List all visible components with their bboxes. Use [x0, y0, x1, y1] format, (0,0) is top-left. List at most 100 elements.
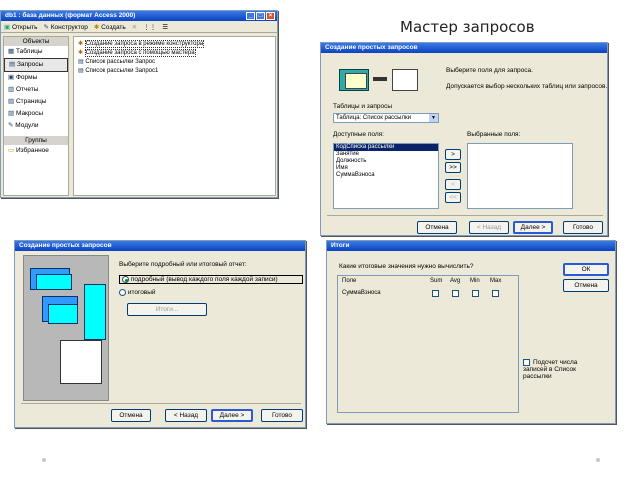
query-list-item[interactable]: ✱ Создание запроса в режиме конструктора	[74, 40, 275, 49]
totals-column-header: Avg	[450, 278, 461, 284]
available-fields-label: Доступные поля:	[333, 131, 384, 138]
simple-query-wizard-step1: Создание простых запросов Выберите поля …	[320, 42, 608, 236]
wizard1-prompt: Выберите поля для запроса.	[446, 67, 533, 74]
option-detail[interactable]: подробный (вывод каждого поля каждой зап…	[119, 275, 303, 285]
count-records-checkbox[interactable]	[523, 359, 530, 366]
wizard2-back-button[interactable]: < Назад	[165, 409, 207, 422]
sidebar-item[interactable]: ▥ Отчеты	[4, 84, 68, 96]
simple-query-wizard-step2: Создание простых запросов Выберите подро…	[14, 240, 306, 428]
available-field-item[interactable]: Занятие	[334, 151, 438, 158]
create-icon: ✱	[93, 23, 100, 31]
design-icon: ✎	[43, 23, 49, 31]
open-icon: ▣	[4, 23, 11, 31]
db-window-titlebar: db1 : база данных (формат Access 2000) _…	[1, 11, 277, 21]
totals-cancel-button[interactable]: Отмена	[563, 279, 609, 292]
wizard2-finish-button[interactable]: Готово	[261, 409, 303, 422]
query-list-item[interactable]: ▤ Список рассылки Запрос1	[74, 67, 275, 76]
available-field-item[interactable]: СуммаВзноса	[334, 172, 438, 179]
totals-checkbox[interactable]	[432, 290, 439, 297]
macro-icon: ▨	[8, 110, 16, 117]
wizard2-illustration	[23, 255, 109, 401]
objects-header: Объекты	[4, 37, 68, 46]
totals-checkbox[interactable]	[492, 290, 499, 297]
query-list-item[interactable]: ✱ Создание запроса с помощью мастера	[74, 49, 275, 58]
groups-header: Группы	[4, 136, 68, 145]
page-icon: ▧	[8, 98, 16, 105]
folder-icon: ▭	[8, 147, 15, 154]
table-select[interactable]: Таблица: Список рассылки ▼	[333, 113, 439, 123]
count-records-option[interactable]: Подсчет числа записей в Список рассылки	[523, 359, 603, 380]
totals-button[interactable]: Итоги...	[127, 303, 207, 316]
sidebar-item[interactable]: ✎ Модули	[4, 120, 68, 132]
slide-title: Мастер запросов	[400, 18, 535, 36]
totals-column-header: Поле	[342, 278, 357, 284]
database-window: db1 : база данных (формат Access 2000) _…	[0, 10, 278, 198]
totals-checkbox[interactable]	[472, 290, 479, 297]
option-summary[interactable]: итоговый	[119, 289, 156, 296]
wizard2-cancel-button[interactable]: Отмена	[111, 409, 151, 422]
sidebar-item[interactable]: ▦ Таблицы	[4, 46, 68, 58]
view-icons-button[interactable]: ⋮⋮	[143, 23, 156, 31]
open-button[interactable]: ▣ Открыть	[4, 23, 38, 31]
available-fields-list[interactable]: КодСписка рассылки Занятие Должность Имя Сум…	[333, 143, 439, 209]
wizard1-finish-button[interactable]: Готово	[563, 221, 603, 234]
wizard-icon: ✱	[78, 50, 85, 56]
view-list-button[interactable]: ☰	[162, 23, 168, 31]
totals-ok-button[interactable]: ОК	[563, 263, 609, 276]
report-icon: ▥	[8, 86, 16, 93]
selected-fields-list[interactable]	[467, 143, 573, 209]
totals-titlebar: Итоги	[327, 241, 615, 251]
sidebar-item[interactable]: ▤ Запросы	[4, 58, 68, 72]
sidebar-item[interactable]: ▨ Макросы	[4, 108, 68, 120]
create-button[interactable]: ✱ Создать	[94, 23, 126, 31]
wizard1-back-button[interactable]: < Назад	[469, 221, 509, 234]
totals-dialog: Итоги Какие итоговые значения нужно вычи…	[326, 240, 616, 424]
available-field-item[interactable]: Имя	[334, 165, 438, 172]
query-icon: ▤	[9, 61, 17, 68]
totals-column-header: Max	[490, 278, 502, 284]
wizard2-prompt: Выберите подробный или итоговый отчет:	[119, 261, 247, 268]
wizard1-titlebar: Создание простых запросов	[321, 43, 607, 53]
tables-label: Таблицы и запросы	[333, 103, 393, 110]
remove-field-button[interactable]: <	[445, 179, 461, 190]
wizard1-illustration	[337, 65, 422, 95]
close-button[interactable]: ×	[266, 12, 275, 20]
query-list-item[interactable]: ▤ Список рассылки Запрос	[74, 58, 275, 67]
delete-icon[interactable]: ✕	[132, 23, 137, 31]
totals-checkbox[interactable]	[452, 290, 459, 297]
totals-field-name: СуммаВзноса	[342, 290, 381, 296]
radio-summary[interactable]	[119, 289, 126, 296]
wizard-icon: ✱	[78, 41, 85, 47]
add-all-fields-button[interactable]: >>	[445, 162, 461, 173]
table-icon: ▦	[8, 48, 16, 55]
sidebar-item-favorites[interactable]: ▭ Избранное	[4, 145, 68, 157]
wizard2-titlebar: Создание простых запросов	[15, 241, 305, 251]
design-button[interactable]: ✎ Конструктор	[44, 23, 88, 31]
totals-column-header: Sum	[430, 278, 443, 284]
form-icon: ▣	[8, 74, 16, 81]
db-sidebar: Объекты ▦ Таблицы ▤ Запросы ▣ Формы ▥ Отчет…	[3, 36, 69, 196]
minimize-button[interactable]: _	[246, 12, 255, 20]
sidebar-item[interactable]: ▣ Формы	[4, 72, 68, 84]
available-field-item[interactable]: КодСписка рассылки	[334, 144, 438, 151]
decorative-dot	[42, 458, 46, 462]
wizard2-next-button[interactable]: Далее >	[211, 409, 253, 422]
wizard1-next-button[interactable]: Далее >	[513, 221, 553, 234]
sidebar-item[interactable]: ▧ Страницы	[4, 96, 68, 108]
totals-column-header: Min	[470, 278, 480, 284]
add-field-button[interactable]: >	[445, 149, 461, 160]
wizard1-hint: Допускается выбор нескольких таблиц или …	[446, 83, 608, 90]
db-window-title: db1 : база данных (формат Access 2000)	[5, 12, 136, 19]
selected-fields-label: Выбранные поля:	[467, 131, 521, 138]
radio-detail[interactable]	[122, 276, 129, 283]
available-field-item[interactable]: Должность	[334, 158, 438, 165]
wizard1-cancel-button[interactable]: Отмена	[417, 221, 457, 234]
db-toolbar: ▣ Открыть ✎ Конструктор ✱ Создать ✕ ⋮⋮ ☰	[1, 21, 277, 33]
decorative-dot	[596, 458, 600, 462]
remove-all-fields-button[interactable]: <<	[445, 192, 461, 203]
db-items-pane: ✱ Создание запроса в режиме конструктора…	[73, 36, 276, 196]
totals-question: Какие итоговые значения нужно вычислить?	[339, 263, 474, 270]
chevron-down-icon[interactable]: ▼	[429, 114, 438, 122]
totals-grid: Поле Sum Avg Min Max СуммаВзноса	[337, 275, 519, 413]
maximize-button[interactable]: □	[256, 12, 265, 20]
